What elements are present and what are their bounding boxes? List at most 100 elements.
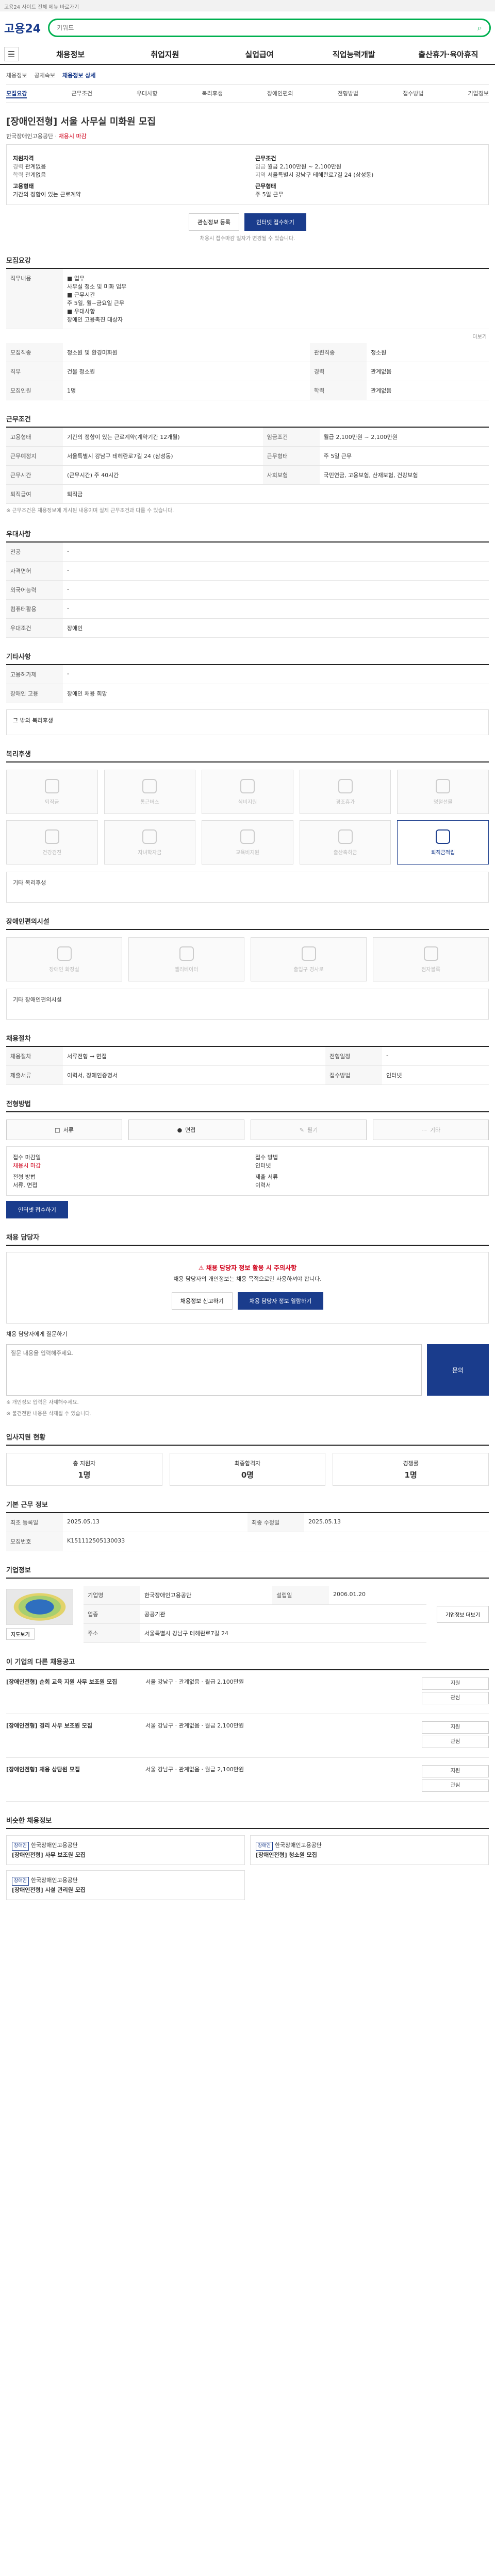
row-key: 최종 수정일 [248,1513,304,1533]
scrap-button[interactable]: 관심정보 등록 [189,213,239,231]
gnb-item[interactable]: 취업지원 [122,49,207,60]
summary-value: 서울특별시 강남구 테헤란로7길 24 (삼성동) [267,172,374,178]
section-recruit: 모집요강 직무내용 ■ 업무 사무실 청소 및 미화 업무 ■ 근무시간 주 5일… [6,255,489,400]
submit-question-button[interactable]: 문의 [427,1344,489,1396]
welfare-tile: 건강검진 [6,820,98,865]
stat-card: 경쟁률 1명 [333,1453,489,1486]
section-career: 채용절차 채용절차 서류전형 → 면접 전형일정 - 제출서류 이력서, 장애인증명서 접… [6,1033,489,1085]
row-key: 경력 [309,362,367,381]
row-key: 제출서류 [6,1065,63,1085]
related-scrap-button[interactable]: 관심 [422,1780,489,1792]
similar-job[interactable]: 장애인 한국장애인고용공단 [장애인전형] 청소원 모집 [250,1835,489,1866]
gnb-item[interactable]: 출산휴가·육아휴직 [406,49,491,60]
related-info: 서울 강남구 · 관계없음 · 월급 2,100만원 [145,1722,244,1730]
breadcrumb-item[interactable]: 채용정보 [6,71,27,79]
related-scrap-button[interactable]: 관심 [422,1692,489,1705]
section-related: 이 기업의 다른 채용공고 [장애인전형] 순회 교육 지원 사무 보조원 모집… [6,1656,489,1802]
gnb-item[interactable]: 실업급여 [217,49,302,60]
related-job[interactable]: [장애인전형] 채용 상담원 모집 서울 강남구 · 관계없음 · 월급 2,1… [6,1758,489,1802]
stat-card: 총 지원자 1명 [6,1453,162,1486]
access-tile: 장애인 화장실 [6,937,122,981]
similar-tag: 장애인 [12,1842,29,1851]
section-stats: 입사지원 현황 총 지원자 1명 최종합격자 0명 경쟁률 1명 [6,1432,489,1486]
section-tabs: 모집요강 근무조건 우대사항 복리후생 장애인편의 전형방법 접수방법 기업정보 [6,85,489,103]
access-tile: 점자블록 [373,937,489,981]
tab[interactable]: 복리후생 [202,89,222,98]
tab[interactable]: 우대사항 [137,89,157,98]
row-value: - [63,561,489,581]
report-button[interactable]: 채용정보 신고하기 [171,1292,233,1310]
row-value: 관계없음 [366,381,489,400]
section-title: 장애인편의시설 [6,918,50,926]
section-title: 채용 담당자 [6,1234,40,1242]
tab[interactable]: 모집요강 [6,89,27,98]
related-apply-button[interactable]: 지원 [422,1721,489,1734]
section-welfare: 복리후생 퇴직금 통근버스 식비지원 경조휴가 명절선물 건강검진 자녀학자금 교육비지원 출산… [6,749,489,903]
similar-job[interactable]: 장애인 한국장애인고용공단 [장애인전형] 시설 관리원 모집 [6,1870,245,1901]
tab[interactable]: 근무조건 [71,89,92,98]
related-apply-button[interactable]: 지원 [422,1677,489,1690]
welfare-tile: 퇴직금적립 [397,820,489,865]
access-tile: 엘리베이터 [128,937,244,981]
section-similar: 비슷한 채용정보 장애인 한국장애인고용공단 [장애인전형] 사무 보조원 모집 장… [6,1815,489,1901]
question-textarea[interactable] [6,1344,422,1396]
similar-job[interactable]: 장애인 한국장애인고용공단 [장애인전형] 사무 보조원 모집 [6,1835,245,1866]
view-contact-button[interactable]: 채용 담당자 정보 열람하기 [237,1292,324,1310]
wheelchair-icon [57,946,72,961]
row-value: 장애인 채용 희망 [63,684,489,703]
tab[interactable]: 기업정보 [468,89,489,98]
related-apply-button[interactable]: 지원 [422,1765,489,1778]
tab[interactable]: 접수방법 [403,89,423,98]
tab[interactable]: 전형방법 [338,89,358,98]
welfare-label: 퇴직금적립 [431,850,455,856]
similar-title: [장애인전형] 시설 관리원 모집 [12,1886,86,1893]
row-key: 직무 [6,362,63,381]
welfare-tile: 경조휴가 [299,770,391,814]
section-title: 모집요강 [6,257,31,265]
section-title: 기본 근무 정보 [6,1501,48,1510]
company-more-button[interactable]: 기업정보 더보기 [436,1606,489,1623]
row-value: (근무시간) 주 40시간 [63,465,263,485]
row-key: 설립일 [272,1586,329,1605]
welfare-icon [338,778,353,793]
row-key: 채용절차 [6,1047,63,1066]
step-item: ✎ 필기 [251,1120,367,1140]
more-link[interactable]: 더보기 [6,329,489,343]
elevator-icon [179,946,194,961]
tab[interactable]: 장애인편의 [267,89,293,98]
welfare-icon [44,829,59,844]
search-icon[interactable]: ⌕ [477,23,482,33]
section-title: 근무조건 [6,416,31,423]
welfare-tile: 자녀학자금 [104,820,196,865]
map-button[interactable]: 지도보기 [6,1628,35,1640]
breadcrumb-item[interactable]: 공채속보 [34,71,55,79]
summary-key: 경력 [13,163,24,170]
row-key: 관련직종 [309,343,367,362]
welfare-icon [142,829,157,844]
search-input[interactable] [57,24,478,31]
welfare-icon [436,778,451,793]
step-item: ● 면접 [128,1120,244,1140]
skip-link[interactable]: 고용24 사이트 전체 메뉴 바로가기 [4,5,79,10]
duty-text: ■ 업무 사무실 청소 및 미화 업무 ■ 근무시간 주 5일, 월~금요일 근… [63,269,489,329]
row-value: 관계없음 [366,362,489,381]
row-key: 자격면허 [6,561,63,581]
menu-icon[interactable]: ☰ [4,47,19,61]
form-label: 채용 담당자에게 질문하기 [6,1331,68,1338]
related-job[interactable]: [장애인전형] 경리 사무 보조원 모집 서울 강남구 · 관계없음 · 월급 … [6,1714,489,1758]
summary-key: 지역 [255,172,266,178]
row-value: - [63,665,489,684]
row-value: 기간의 정함이 있는 근로계약(계약기간 12개월) [63,428,263,447]
apply-button[interactable]: 인터넷 접수하기 [244,213,306,231]
section-title: 이 기업의 다른 채용공고 [6,1658,75,1667]
gnb-item[interactable]: 직업능력개발 [311,49,397,60]
gnb-item[interactable]: 채용정보 [28,49,113,60]
global-nav: ☰ 채용정보 취업지원 실업급여 직업능력개발 출산휴가·육아휴직 [0,44,495,65]
apply-button-2[interactable]: 인터넷 접수하기 [6,1201,68,1218]
site-logo[interactable]: 고용24 [4,20,41,36]
row-value: 주 5일 근무 [319,446,489,466]
row-key: 모집번호 [6,1532,63,1552]
row-value: 국민연금, 고용보험, 산재보험, 건강보험 [319,465,489,485]
related-job[interactable]: [장애인전형] 순회 교육 지원 사무 보조원 모집 서울 강남구 · 관계없음… [6,1670,489,1715]
related-scrap-button[interactable]: 관심 [422,1736,489,1749]
